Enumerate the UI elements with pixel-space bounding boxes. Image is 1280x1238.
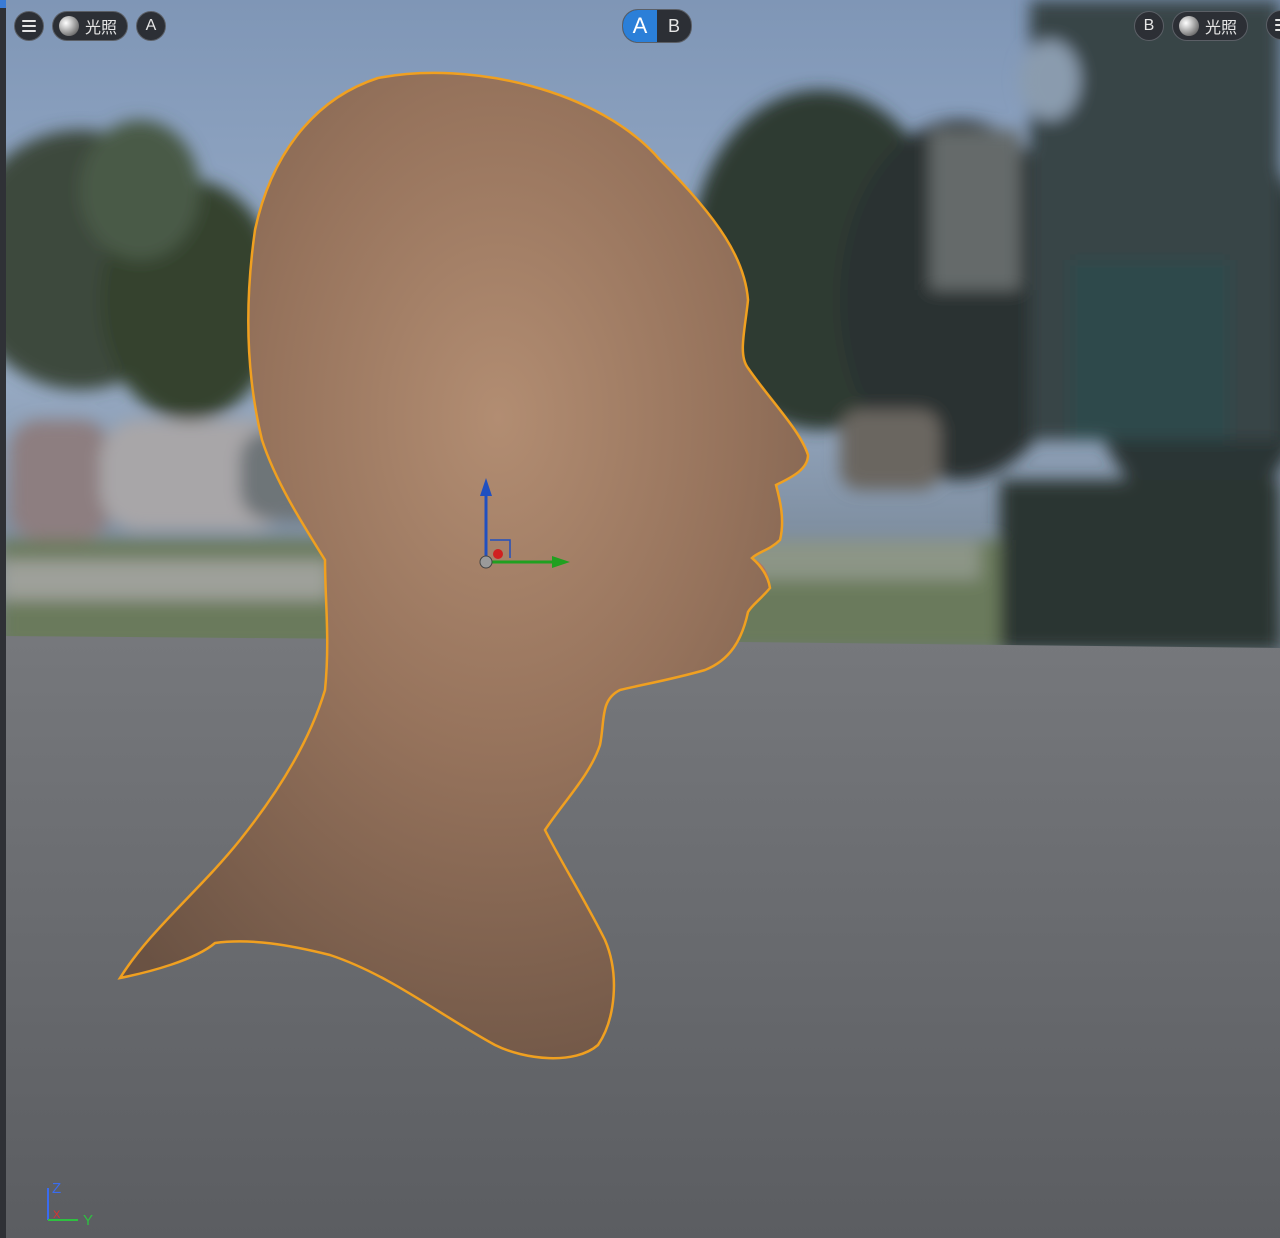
view-a-button[interactable]: A [136,11,167,41]
lighting-button-right[interactable]: 光照 [1172,11,1249,41]
compare-a-label: A [632,13,648,38]
compare-b-segment[interactable]: B [657,10,691,42]
panel-accent [0,0,6,8]
gizmo-x-handle[interactable] [493,549,503,559]
triad-x-label: X [53,1209,61,1221]
triad-z-label: Z [52,1180,61,1197]
toolbar-right: B 光照 [1134,10,1249,42]
compare-toolbar: A B [622,9,692,43]
light-sphere-icon [1179,16,1199,36]
gizmo-center[interactable] [479,555,493,569]
lighting-button[interactable]: 光照 [52,11,129,41]
compare-b-label: B [667,15,680,36]
hamburger-menu-icon [22,20,36,32]
triad-y-label: Y [83,1212,93,1229]
view-a-label: A [145,17,157,34]
view-b-label: B [1143,17,1155,34]
scene-render [0,0,1280,1238]
lighting-label-right: 光照 [1205,18,1238,37]
ab-compare-toggle: A B [622,9,692,43]
lighting-label: 光照 [85,18,118,37]
left-panel-edge [0,0,6,1238]
menu-button[interactable] [14,11,44,41]
hamburger-menu-icon [1275,19,1280,31]
toolbar-left: 光照 A [14,10,167,42]
3d-viewport[interactable]: 光照 A A B B 光照 Z Y X [0,0,1280,1238]
view-b-button[interactable]: B [1134,11,1164,41]
axis-triad: Z Y X [47,1180,93,1229]
compare-a-segment[interactable]: A [623,10,657,42]
light-sphere-icon [59,16,79,36]
